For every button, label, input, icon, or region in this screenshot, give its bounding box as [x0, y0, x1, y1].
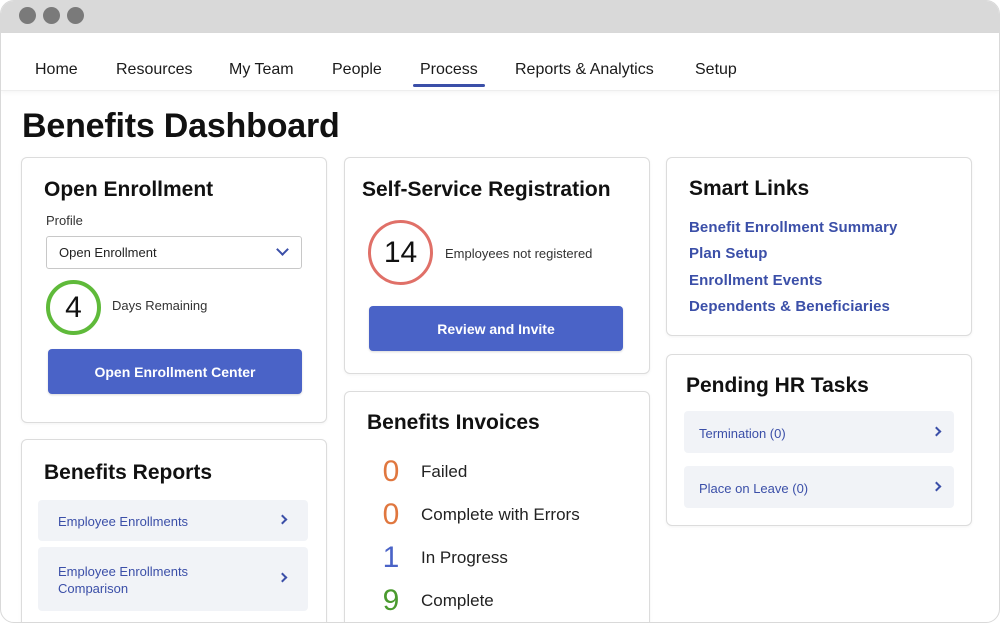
task-termination[interactable]: Termination (0)	[684, 411, 954, 453]
chevron-right-icon	[277, 514, 288, 525]
open-enrollment-card: Open Enrollment Profile Open Enrollment …	[21, 157, 327, 423]
days-remaining-label: Days Remaining	[112, 298, 208, 313]
invoice-label: In Progress	[421, 548, 508, 567]
self-service-registration-card: Self-Service Registration 14 Employees n…	[344, 157, 650, 374]
browser-window: Home Resources My Team People Process Re…	[0, 0, 1000, 623]
benefits-reports-title: Benefits Reports	[44, 461, 213, 484]
report-employee-enrollments[interactable]: Employee Enrollments	[38, 500, 308, 541]
open-enrollment-center-button[interactable]: Open Enrollment Center	[48, 349, 302, 394]
nav-reports-analytics[interactable]: Reports & Analytics	[515, 61, 654, 79]
window-titlebar	[1, 1, 999, 33]
invoice-label: Complete with Errors	[421, 505, 580, 524]
days-remaining-count: 4	[65, 290, 82, 324]
profile-label: Profile	[46, 213, 83, 228]
link-enrollment-events[interactable]: Enrollment Events	[689, 272, 822, 289]
self-service-title: Self-Service Registration	[362, 178, 611, 201]
benefits-reports-card: Benefits Reports Employee Enrollments Em…	[21, 439, 327, 622]
profile-select[interactable]: Open Enrollment	[46, 236, 302, 269]
invoice-count: 1	[382, 541, 400, 574]
task-label: Termination (0)	[699, 426, 786, 441]
review-and-invite-button[interactable]: Review and Invite	[369, 306, 623, 351]
invoice-label: Failed	[421, 462, 468, 481]
unregistered-label: Employees not registered	[445, 246, 593, 261]
unregistered-count: 14	[383, 235, 418, 269]
nav-process[interactable]: Process	[420, 61, 478, 79]
nav-active-indicator	[413, 84, 485, 87]
nav-home[interactable]: Home	[35, 61, 78, 79]
link-benefit-enrollment-summary[interactable]: Benefit Enrollment Summary	[689, 219, 897, 236]
report-label: Employee Enrollments Comparison	[58, 564, 189, 596]
invoice-count: 9	[382, 584, 400, 617]
chevron-right-icon	[931, 481, 942, 492]
top-nav: Home Resources My Team People Process Re…	[1, 33, 999, 91]
smart-links-card: Smart Links Benefit Enrollment Summary P…	[666, 157, 972, 336]
nav-people[interactable]: People	[332, 61, 382, 79]
window-minimize-dot[interactable]	[43, 7, 60, 24]
task-label: Place on Leave (0)	[699, 481, 809, 496]
invoice-count: 0	[382, 455, 400, 488]
window-close-dot[interactable]	[19, 7, 36, 24]
unregistered-count-ring: 14	[368, 220, 433, 285]
window-maximize-dot[interactable]	[67, 7, 84, 24]
report-label: Employee Enrollments	[58, 514, 189, 529]
benefits-invoices-title: Benefits Invoices	[367, 411, 540, 434]
invoice-count: 0	[382, 498, 400, 531]
nav-resources[interactable]: Resources	[116, 61, 192, 79]
link-dependents-beneficiaries[interactable]: Dependents & Beneficiaries	[689, 298, 890, 315]
task-place-on-leave[interactable]: Place on Leave (0)	[684, 466, 954, 508]
nav-my-team[interactable]: My Team	[229, 61, 294, 79]
page-title: Benefits Dashboard	[22, 107, 340, 145]
profile-select-value: Open Enrollment	[59, 245, 157, 260]
chevron-right-icon	[931, 426, 942, 437]
link-plan-setup[interactable]: Plan Setup	[689, 245, 768, 262]
pending-hr-tasks-title: Pending HR Tasks	[686, 374, 869, 397]
report-employee-enrollments-comparison[interactable]: Employee Enrollments Comparison	[38, 547, 308, 611]
nav-setup[interactable]: Setup	[695, 61, 737, 79]
chevron-right-icon	[277, 572, 288, 583]
chevron-down-icon	[276, 243, 289, 256]
pending-hr-tasks-card: Pending HR Tasks Termination (0) Place o…	[666, 354, 972, 526]
benefits-invoices-card: Benefits Invoices 0 Failed 0 Complete wi…	[344, 391, 650, 622]
invoice-label: Complete	[421, 591, 494, 610]
days-remaining-ring: 4	[46, 280, 101, 335]
open-enrollment-title: Open Enrollment	[44, 178, 214, 201]
smart-links-title: Smart Links	[689, 177, 810, 200]
